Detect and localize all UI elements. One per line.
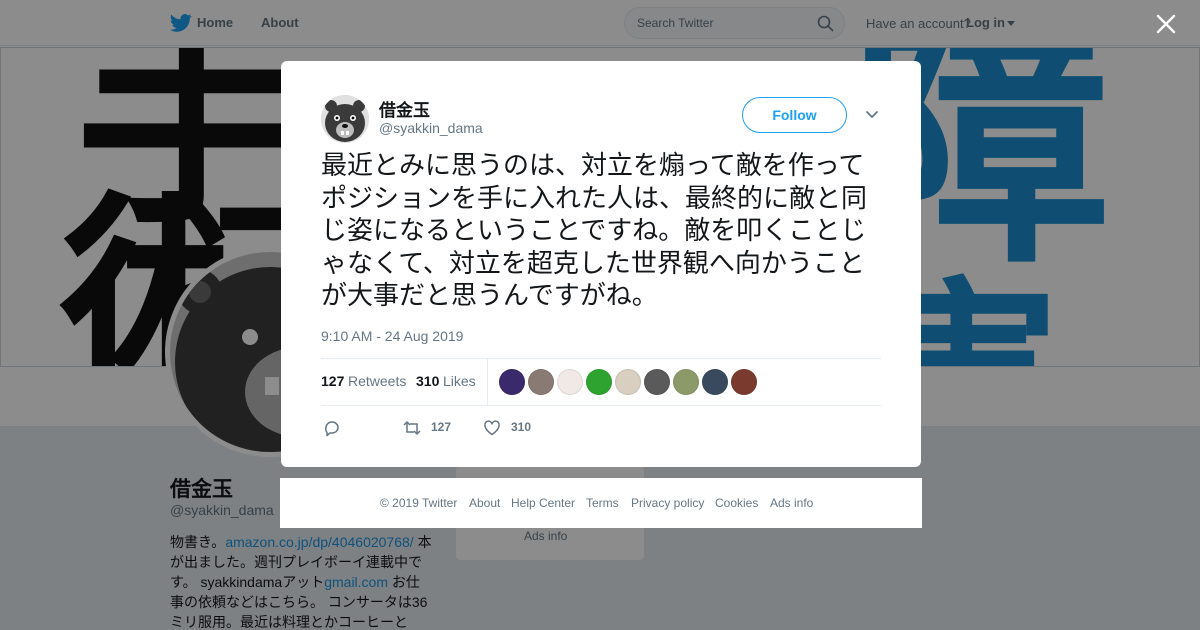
divider <box>321 405 881 406</box>
footer-cookies-link[interactable]: Cookies <box>715 496 758 510</box>
tweet-modal: 借金玉 @syakkin_dama Follow 最近とみに思うのは、対立を煽っ… <box>281 61 921 467</box>
stats-separator <box>487 358 488 405</box>
footer-privacy-link[interactable]: Privacy policy <box>631 496 704 510</box>
likes-count[interactable]: 310 <box>416 373 439 389</box>
author-name[interactable]: 借金玉 <box>379 96 430 121</box>
likes-label[interactable]: Likes <box>443 373 476 389</box>
retweet-icon[interactable] <box>402 419 422 437</box>
footer-terms-link[interactable]: Terms <box>586 496 619 510</box>
liker-avatar-5[interactable] <box>615 369 641 395</box>
reply-icon[interactable] <box>323 419 341 437</box>
retweet-action-count[interactable]: 127 <box>431 420 451 434</box>
liker-avatar-1[interactable] <box>499 369 525 395</box>
author-avatar[interactable] <box>321 95 369 143</box>
close-icon[interactable] <box>1152 10 1180 38</box>
author-handle[interactable]: @syakkin_dama <box>379 120 483 136</box>
retweets-label[interactable]: Retweets <box>348 373 406 389</box>
liker-avatar-3[interactable] <box>557 369 583 395</box>
tweet-timestamp[interactable]: 9:10 AM - 24 Aug 2019 <box>321 328 463 344</box>
liker-avatar-7[interactable] <box>673 369 699 395</box>
footer-ads-info-link[interactable]: Ads info <box>770 496 813 510</box>
liker-avatar-6[interactable] <box>644 369 670 395</box>
liker-avatar-2[interactable] <box>528 369 554 395</box>
heart-icon[interactable] <box>483 419 501 437</box>
follow-button[interactable]: Follow <box>742 97 847 133</box>
footer-about-link[interactable]: About <box>469 496 500 510</box>
chevron-down-icon[interactable] <box>865 110 879 120</box>
liker-avatar-4[interactable] <box>586 369 612 395</box>
modal-footer: © 2019 Twitter About Help Center Terms P… <box>280 478 922 528</box>
tweet-text: 最近とみに思うのは、対立を煽って敵を作ってポジションを手に入れた人は、最終的に敵… <box>321 151 868 311</box>
divider <box>321 358 881 359</box>
footer-help-center-link[interactable]: Help Center <box>511 496 575 510</box>
liker-avatar-9[interactable] <box>731 369 757 395</box>
bear-icon <box>321 95 369 143</box>
liker-avatar-8[interactable] <box>702 369 728 395</box>
retweets-count[interactable]: 127 <box>321 373 344 389</box>
footer-copyright: © 2019 Twitter <box>380 496 458 510</box>
like-action-count[interactable]: 310 <box>511 420 531 434</box>
